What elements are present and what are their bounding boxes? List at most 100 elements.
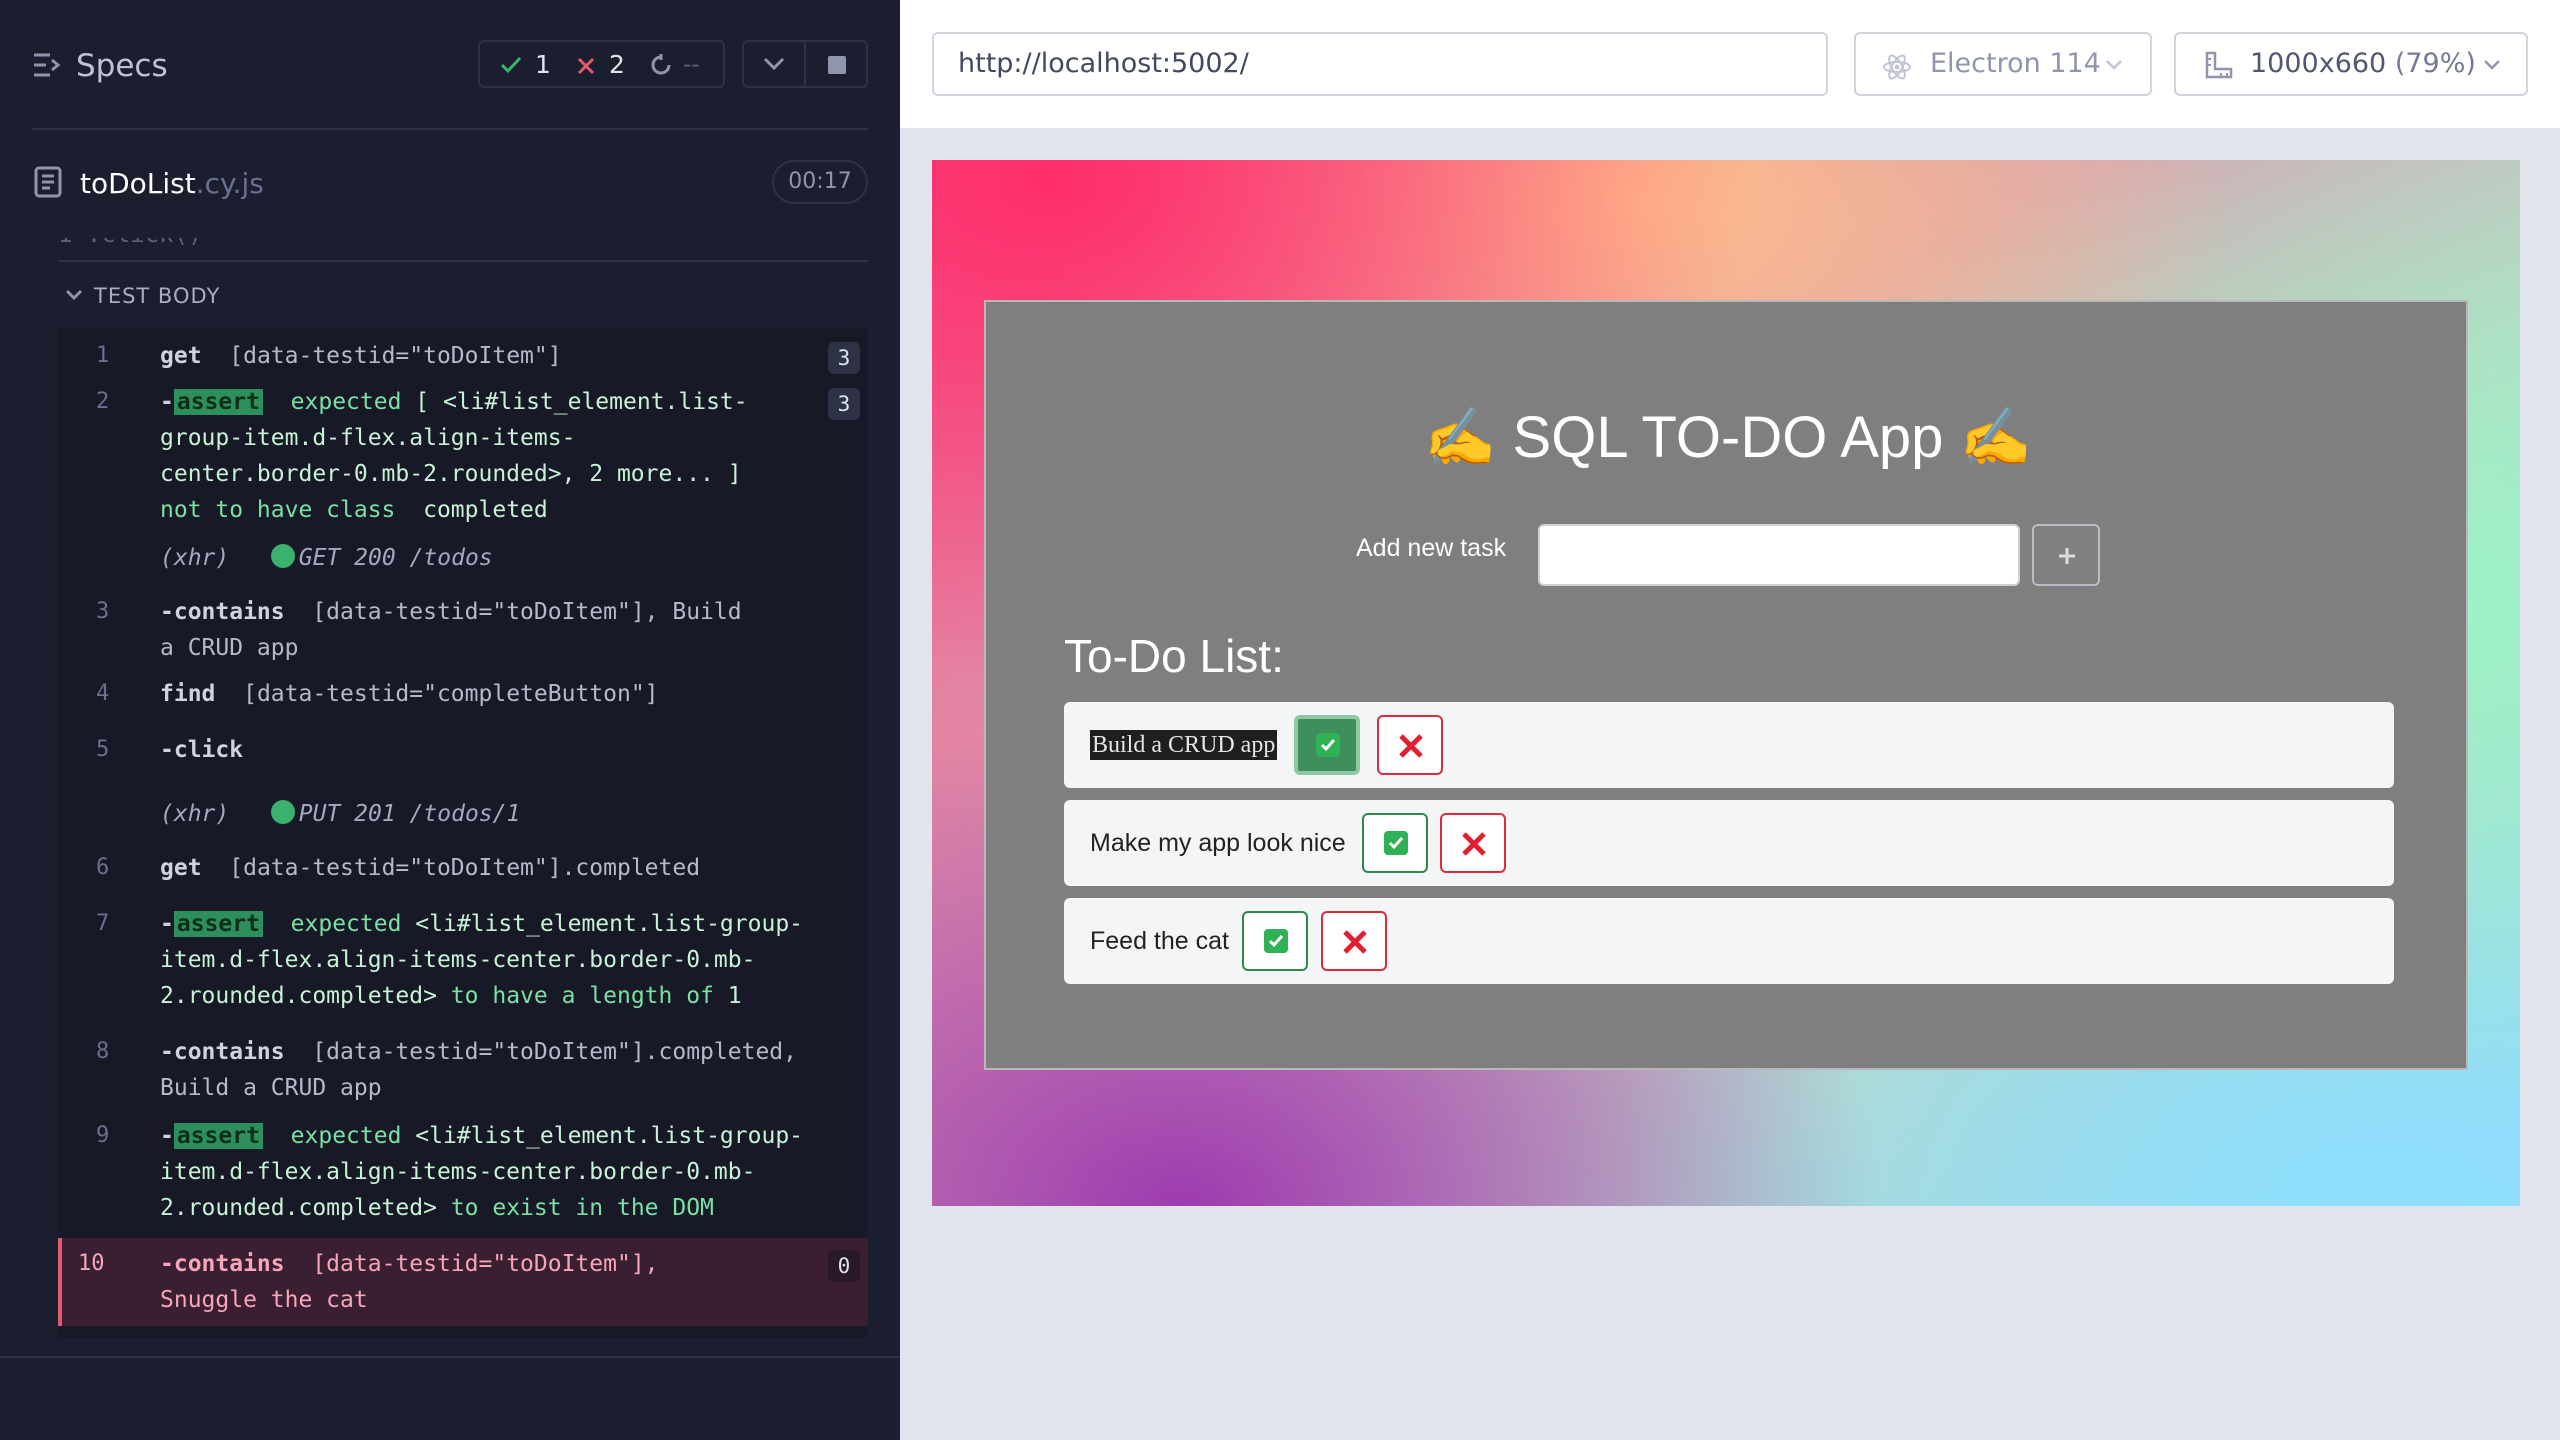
check-mark-icon bbox=[1316, 733, 1340, 757]
spec-name-base: toDoList bbox=[80, 167, 196, 200]
hook-row[interactable]: 1 .click() bbox=[58, 238, 868, 262]
delete-button[interactable] bbox=[1440, 813, 1506, 873]
assert-text: to exist in the DOM bbox=[450, 1195, 714, 1221]
assert-text: expected bbox=[290, 389, 402, 415]
specs-list-icon[interactable] bbox=[32, 52, 62, 78]
xhr-prefix: (xhr) bbox=[160, 801, 230, 827]
check-mark-icon bbox=[1264, 929, 1288, 953]
failed-command-row[interactable]: 10 -contains [data-testid="toDoItem"], S… bbox=[58, 1238, 868, 1326]
complete-button[interactable] bbox=[1362, 813, 1428, 873]
command-row[interactable]: 8 -contains [data-testid="toDoItem"].com… bbox=[58, 1034, 868, 1106]
command-name: - bbox=[160, 911, 174, 937]
command-number: 7 bbox=[96, 911, 110, 936]
command-name: -contains bbox=[160, 1251, 285, 1277]
command-number: 3 bbox=[96, 599, 110, 624]
assert-text: not to have class bbox=[160, 497, 396, 523]
delete-button[interactable] bbox=[1377, 715, 1443, 775]
element-count-badge: 3 bbox=[828, 342, 860, 374]
xhr-request: GET 200 /todos bbox=[298, 545, 493, 571]
file-icon bbox=[34, 166, 62, 198]
spec-filename[interactable]: toDoList.cy.js bbox=[80, 164, 264, 204]
command-log: 1 .click() TEST BODY 1 get [data-testid=… bbox=[58, 238, 868, 1338]
command-args: [data-testid="completeButton"] bbox=[243, 681, 659, 707]
xhr-row[interactable]: (xhr) GET 200 /todos bbox=[58, 540, 868, 576]
viewport-selector[interactable]: 1000x660 (79%) bbox=[2174, 32, 2528, 96]
viewport-dimensions: 1000x660 bbox=[2250, 48, 2387, 79]
command-args: [data-testid="toDoItem"] bbox=[229, 343, 562, 369]
command-number: 6 bbox=[96, 855, 110, 880]
aut-panel: http://localhost:5002/ Electron 114 1000… bbox=[900, 0, 2560, 1440]
complete-button[interactable] bbox=[1242, 911, 1308, 971]
command-number: 4 bbox=[96, 681, 110, 706]
command-number: 5 bbox=[96, 737, 110, 762]
run-controls bbox=[742, 40, 868, 88]
new-task-input[interactable] bbox=[1538, 524, 2020, 586]
check-mark-icon bbox=[1384, 831, 1408, 855]
spec-name-ext: .cy.js bbox=[195, 167, 264, 200]
app-viewport: ✍️ SQL TO-DO App ✍️ Add new task + To-Do… bbox=[932, 160, 2520, 1206]
complete-button[interactable] bbox=[1294, 715, 1360, 775]
command-row[interactable]: 4 find [data-testid="completeButton"] bbox=[58, 676, 868, 712]
todo-item: Feed the cat bbox=[1064, 898, 2394, 984]
section-label[interactable]: TEST BODY bbox=[94, 284, 220, 308]
assert-label: assert bbox=[173, 389, 263, 415]
chevron-down-icon[interactable] bbox=[762, 56, 786, 72]
pending-count: -- bbox=[683, 52, 700, 78]
add-task-label: Add new task bbox=[1356, 534, 1507, 562]
app-title: ✍️ SQL TO-DO App ✍️ bbox=[1424, 405, 2032, 470]
electron-icon bbox=[1883, 54, 1911, 80]
command-number: 9 bbox=[96, 1123, 110, 1148]
add-task-button[interactable]: + bbox=[2032, 524, 2100, 586]
duration-badge: 00:17 bbox=[772, 160, 868, 204]
command-number: 2 bbox=[96, 389, 110, 414]
command-name: get bbox=[160, 343, 202, 369]
command-name: -click bbox=[160, 737, 244, 763]
header-divider bbox=[32, 128, 868, 130]
delete-button[interactable] bbox=[1321, 911, 1387, 971]
command-number: 8 bbox=[96, 1039, 110, 1064]
hook-preview: 1 .click() bbox=[58, 238, 203, 248]
command-name: -contains bbox=[160, 599, 285, 625]
test-body: 1 get [data-testid="toDoItem"] 3 2 - asse… bbox=[58, 328, 868, 1338]
stats-bar: 1 2 -- bbox=[478, 40, 725, 88]
chevron-down-icon[interactable] bbox=[64, 288, 84, 302]
x-icon bbox=[577, 57, 595, 75]
command-row[interactable]: 2 - assert expected [ <li#list_element.li… bbox=[58, 384, 868, 528]
browser-name: Electron 114 bbox=[1930, 48, 2101, 79]
cross-icon bbox=[1343, 930, 1367, 954]
command-row[interactable]: 3 -contains [data-testid="toDoItem"], Bu… bbox=[58, 594, 868, 666]
assert-label: assert bbox=[173, 911, 263, 937]
reporter-panel: Specs 1 2 -- toDoList.cy.js 00:17 1 .cli… bbox=[0, 0, 900, 1440]
url-bar[interactable]: http://localhost:5002/ bbox=[932, 32, 1828, 96]
todo-card: ✍️ SQL TO-DO App ✍️ Add new task + To-Do… bbox=[984, 300, 2468, 1070]
controls-divider bbox=[804, 42, 806, 86]
command-number: 10 bbox=[78, 1251, 105, 1276]
check-icon bbox=[500, 56, 522, 74]
assert-text: expected bbox=[290, 1123, 402, 1149]
specs-title[interactable]: Specs bbox=[76, 44, 168, 88]
command-row[interactable]: 1 get [data-testid="toDoItem"] 3 bbox=[58, 338, 868, 374]
assert-label: assert bbox=[173, 1123, 263, 1149]
cross-icon bbox=[1399, 734, 1423, 758]
xhr-row[interactable]: (xhr) PUT 201 /todos/1 bbox=[58, 796, 868, 832]
viewport-size: 1000x660 (79%) bbox=[2250, 46, 2476, 82]
assert-value: completed bbox=[423, 497, 548, 523]
command-name: find bbox=[160, 681, 216, 707]
xhr-request: PUT 201 /todos/1 bbox=[298, 801, 521, 827]
command-row[interactable]: 6 get [data-testid="toDoItem"].completed bbox=[58, 850, 868, 886]
xhr-status-dot bbox=[270, 544, 295, 568]
command-row[interactable]: 7 - assert expected <li#list_element.list… bbox=[58, 906, 868, 1014]
todo-item: Make my app look nice bbox=[1064, 800, 2394, 886]
command-name: - bbox=[160, 389, 174, 415]
browser-selector[interactable]: Electron 114 bbox=[1854, 32, 2152, 96]
chevron-down-icon bbox=[2484, 60, 2500, 70]
xhr-status-dot bbox=[270, 800, 295, 824]
reporter-footer-divider bbox=[0, 1356, 900, 1358]
failed-count: 2 bbox=[609, 50, 625, 79]
todo-item: Build a CRUD app bbox=[1064, 702, 2394, 788]
command-row[interactable]: 9 - assert expected <li#list_element.list… bbox=[58, 1118, 868, 1226]
stop-icon[interactable] bbox=[826, 54, 848, 76]
ruler-icon bbox=[2205, 51, 2233, 79]
command-row[interactable]: 5 -click bbox=[58, 732, 868, 768]
command-args: [data-testid="toDoItem"].completed bbox=[229, 855, 701, 881]
